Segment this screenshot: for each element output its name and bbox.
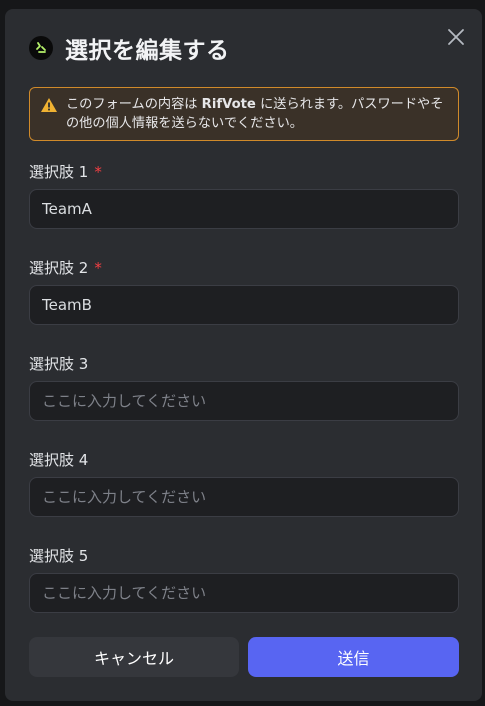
choice-4-label: 選択肢 4 (29, 451, 89, 469)
warning-brand: RifVote (201, 97, 256, 112)
required-mark: * (94, 163, 102, 181)
submit-button[interactable]: 送信 (248, 637, 459, 677)
choice-3-input[interactable] (29, 381, 459, 421)
choice-4-input[interactable] (29, 477, 459, 517)
edit-choices-dialog: 選択を編集する このフォームの内容は RifVote に送られます。パスワードや… (5, 9, 482, 701)
choice-2-input[interactable] (29, 285, 459, 325)
cancel-button[interactable]: キャンセル (29, 637, 239, 677)
choice-5-label: 選択肢 5 (29, 547, 89, 565)
dialog-header: 選択を編集する (29, 33, 230, 64)
required-mark: * (94, 259, 102, 277)
choice-2-label-text: 選択肢 2 (29, 259, 89, 277)
app-logo-icon (29, 36, 53, 60)
privacy-warning: このフォームの内容は RifVote に送られます。パスワードやその他の個人情報… (29, 87, 459, 141)
choice-3-label: 選択肢 3 (29, 355, 89, 373)
choice-5-input[interactable] (29, 573, 459, 613)
choice-1-label-text: 選択肢 1 (29, 163, 89, 181)
warning-icon (40, 97, 58, 119)
choice-1-label: 選択肢 1 * (29, 161, 102, 182)
choice-2-label: 選択肢 2 * (29, 257, 102, 278)
close-icon (448, 29, 464, 45)
warning-text-prefix: このフォームの内容は (66, 97, 202, 112)
dialog-title: 選択を編集する (65, 38, 230, 64)
close-button[interactable] (444, 25, 468, 49)
choice-1-input[interactable] (29, 189, 459, 229)
